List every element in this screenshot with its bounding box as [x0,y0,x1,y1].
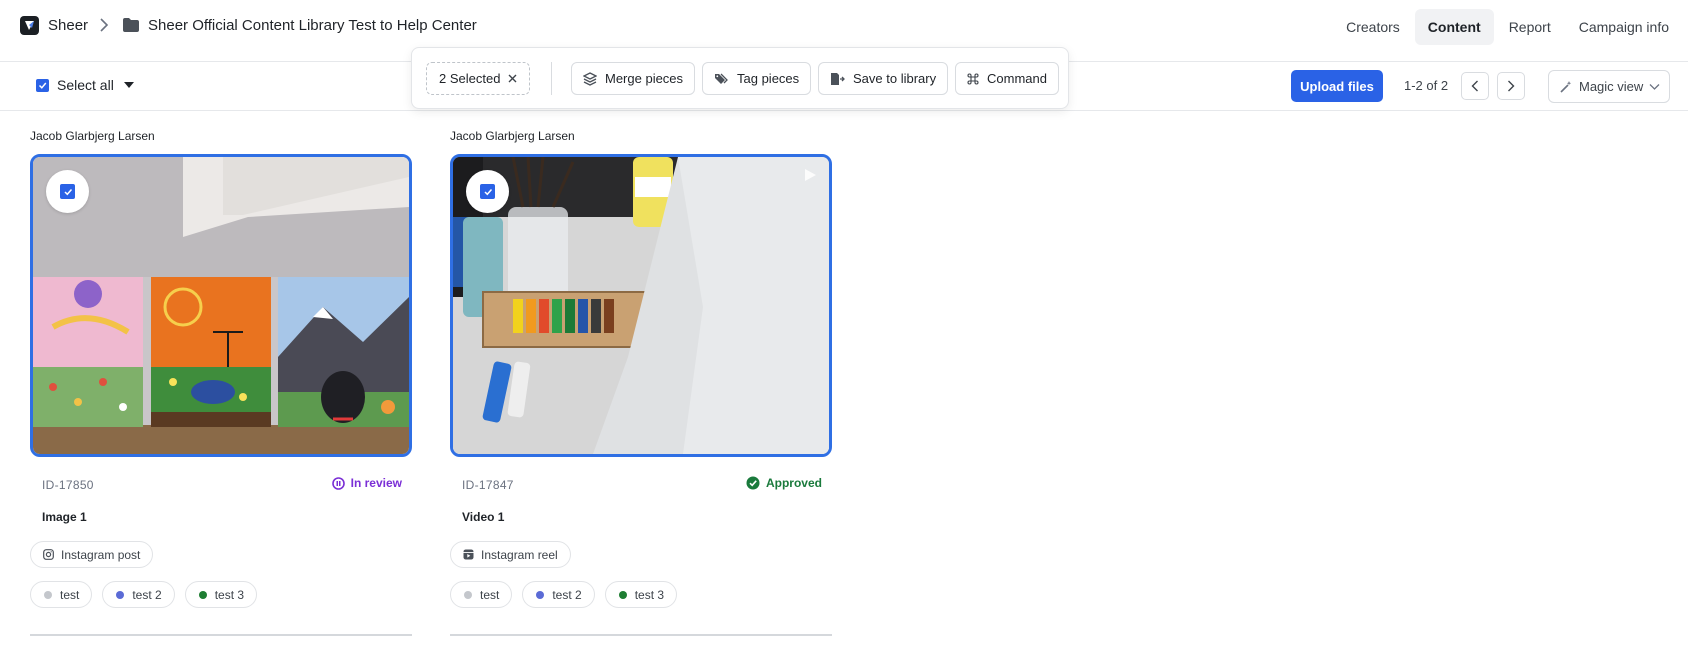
selected-count-chip[interactable]: 2 Selected [426,62,531,95]
brand-link[interactable]: Sheer [48,17,88,34]
status-label: In review [350,476,402,490]
tag-chip[interactable]: test [30,581,93,608]
tag-label: test [60,587,80,602]
platform-chip: Instagram post [30,541,154,568]
tag-list: test test 2 test 3 [450,581,678,608]
command-label: Command [987,71,1047,86]
tag-icon [715,73,728,84]
chevron-right-icon [1508,80,1515,92]
platform-label: Instagram reel [481,547,558,562]
tag-color-dot [116,590,125,599]
tag-chip[interactable]: test 3 [184,581,258,608]
content-title[interactable]: Video 1 [462,510,504,524]
tag-chip[interactable]: test 2 [102,581,175,608]
main-nav: Creators Content Report Campaign info [1333,9,1688,45]
tag-label: test 2 [132,587,162,602]
content-thumbnail-video[interactable] [450,154,832,457]
approved-check-icon [746,476,760,490]
command-icon [967,72,979,85]
nav-report[interactable]: Report [1496,9,1564,45]
close-icon[interactable] [508,74,517,83]
magic-view-dropdown[interactable]: Magic view [1548,70,1670,103]
merge-pieces-button[interactable]: Merge pieces [571,62,696,95]
tag-chip[interactable]: test [450,581,513,608]
status-badge: In review [331,476,402,490]
platform-chip: Instagram reel [450,541,571,568]
select-all-label: Select all [57,77,114,93]
art-supplies-photo [453,157,829,454]
reel-icon [463,549,474,560]
tag-chip[interactable]: test 3 [604,581,678,608]
card-divider [30,634,412,636]
nav-campaign-info[interactable]: Campaign info [1566,9,1682,45]
pagination-text: 1-2 of 2 [1404,78,1449,93]
status-badge: Approved [746,476,822,490]
tag-label: test 2 [552,587,582,602]
instagram-icon [43,549,54,560]
content-thumbnail-image[interactable] [30,154,412,457]
divider [551,62,552,95]
creator-name[interactable]: Jacob Glarbjerg Larsen [30,129,155,143]
save-to-library-label: Save to library [853,71,937,86]
magic-wand-icon [1560,80,1572,93]
content-card[interactable]: Jacob Glarbjerg Larsen [30,126,412,657]
next-page-button[interactable] [1497,72,1525,100]
content-card[interactable]: Jacob Glarbjerg Larsen [450,126,832,657]
checkbox-checked-icon [480,184,495,199]
play-icon[interactable] [804,168,817,182]
nav-content[interactable]: Content [1414,9,1494,45]
nav-creators[interactable]: Creators [1333,9,1413,45]
selection-action-bar: 2 Selected Merge pieces Tag pieces Save … [411,47,1069,109]
magic-view-label: Magic view [1579,79,1644,94]
tag-chip[interactable]: test 2 [522,581,595,608]
paintings-photo [33,157,409,454]
chevron-left-icon [1471,80,1478,92]
breadcrumb-title[interactable]: Sheer Official Content Library Test to H… [148,17,477,34]
selection-checkbox[interactable] [466,170,509,213]
command-button[interactable]: Command [955,62,1059,95]
folder-icon [123,18,139,32]
sheer-logo-icon[interactable] [20,16,39,35]
tag-pieces-label: Tag pieces [737,71,800,86]
tag-label: test [480,587,500,602]
upload-files-button[interactable]: Upload files [1291,70,1383,102]
save-to-library-icon [831,72,845,85]
chevron-down-icon [1649,83,1660,90]
save-to-library-button[interactable]: Save to library [818,62,949,95]
tag-label: test 3 [634,587,665,602]
tag-color-dot [44,590,52,599]
tag-color-dot [464,590,472,599]
content-id: ID-17847 [462,478,514,492]
content-title[interactable]: Image 1 [42,510,87,524]
tag-color-dot [198,590,207,599]
tag-color-dot [618,590,627,599]
checkbox-checked-icon[interactable] [36,78,49,92]
selected-count-label: 2 Selected [439,71,501,86]
platform-label: Instagram post [61,547,141,562]
checkbox-checked-icon [60,184,75,199]
caret-down-icon[interactable] [123,82,134,88]
status-label: Approved [765,476,822,490]
card-divider [450,634,832,636]
creator-name[interactable]: Jacob Glarbjerg Larsen [450,129,575,143]
tag-label: test 3 [214,587,245,602]
select-all-control[interactable]: Select all [36,77,134,93]
layers-icon [583,71,597,86]
merge-pieces-label: Merge pieces [605,71,684,86]
selection-checkbox[interactable] [46,170,89,213]
tag-color-dot [536,590,545,599]
in-review-icon [331,476,345,490]
tag-pieces-button[interactable]: Tag pieces [702,62,812,95]
chevron-right-icon [100,18,109,32]
content-id: ID-17850 [42,478,94,492]
prev-page-button[interactable] [1461,72,1489,100]
tag-list: test test 2 test 3 [30,581,258,608]
